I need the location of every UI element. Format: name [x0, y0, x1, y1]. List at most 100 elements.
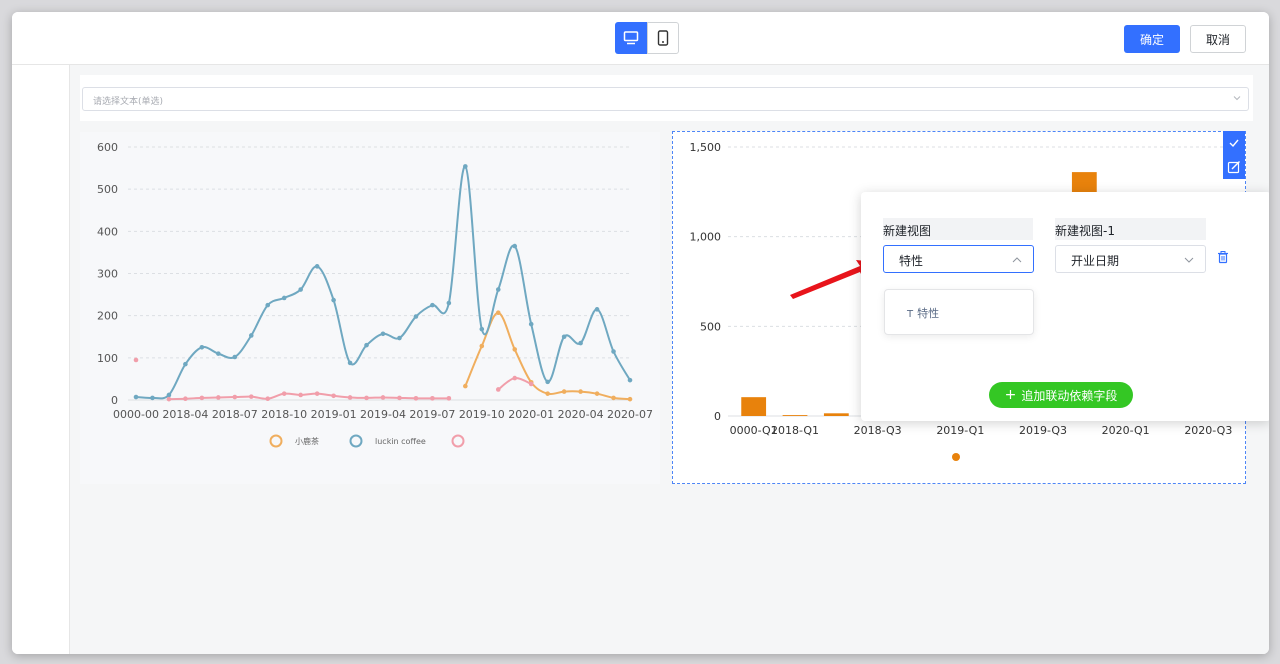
- series-line-2: [168, 392, 449, 401]
- data-point: [430, 302, 435, 308]
- data-point: [166, 392, 172, 398]
- bar: [782, 415, 808, 416]
- data-point: [463, 383, 468, 389]
- data-point: [512, 347, 518, 352]
- chevron-down-icon: [1184, 257, 1194, 263]
- y-tick-label: 300: [97, 268, 118, 281]
- text-filter-card: 请选择文本(单选): [80, 75, 1253, 121]
- legend-marker: [349, 434, 363, 448]
- text-filter-select[interactable]: 请选择文本(单选): [82, 87, 1249, 111]
- data-point: [183, 361, 188, 367]
- data-point: [265, 302, 271, 308]
- data-point: [232, 394, 238, 400]
- data-point: [314, 264, 320, 269]
- left-field-select[interactable]: 特性: [883, 245, 1034, 273]
- data-point: [397, 335, 402, 341]
- data-point: [627, 396, 633, 402]
- chart-side-toolbar: [1223, 131, 1245, 179]
- left-sidebar: [12, 65, 70, 654]
- data-point: [479, 343, 485, 349]
- data-point: [611, 349, 616, 354]
- delete-icon[interactable]: [1216, 250, 1230, 264]
- x-tick-label: 2019-01: [311, 408, 357, 421]
- text-type-icon: T: [907, 309, 914, 320]
- data-point: [397, 395, 402, 401]
- data-point: [298, 392, 303, 398]
- edit-icon: [1227, 161, 1240, 174]
- legend-marker: [451, 434, 465, 448]
- data-point: [166, 396, 172, 402]
- data-point: [133, 394, 139, 400]
- line-chart-card: 0 100 200 300 400 500 600 0000-00 2018-04 2018-07…: [80, 132, 660, 484]
- confirm-button[interactable]: 确定: [1124, 25, 1180, 53]
- series-line-1: [135, 165, 631, 400]
- dropdown-option[interactable]: T 特性: [907, 305, 939, 321]
- data-point: [495, 310, 501, 316]
- add-linkage-field-label: 追加联动依赖字段: [1021, 388, 1118, 403]
- legend-label: luckin coffee: [375, 437, 426, 446]
- data-point: [265, 396, 271, 402]
- right-field-value: 开业日期: [1071, 254, 1120, 268]
- left-field-value: 特性: [899, 254, 924, 268]
- y-tick-label: 600: [97, 141, 118, 154]
- data-point: [364, 395, 369, 401]
- x-tick-label: 2020-04: [558, 408, 604, 421]
- data-point: [380, 331, 386, 337]
- data-point: [578, 389, 583, 394]
- data-point: [561, 334, 567, 340]
- data-point: [380, 395, 386, 400]
- data-point: [512, 243, 518, 249]
- data-point: [446, 300, 452, 306]
- legend-marker: [269, 434, 283, 448]
- bar: [823, 413, 849, 416]
- bar: [741, 397, 767, 416]
- y-tick-label: 0: [111, 394, 118, 407]
- data-point: [150, 395, 155, 401]
- y-tick-label: 400: [97, 225, 118, 238]
- x-tick-label: 2019-Q3: [1019, 424, 1067, 437]
- data-point: [594, 307, 600, 312]
- data-point: [512, 375, 518, 381]
- x-tick-label: 2020-01: [508, 408, 554, 421]
- edit-link-button[interactable]: [1223, 155, 1245, 179]
- y-tick-label: 500: [700, 320, 721, 333]
- desktop-icon: [623, 31, 639, 45]
- x-tick-label: 2020-07: [607, 408, 653, 421]
- data-point: [232, 354, 238, 360]
- x-tick-label: 2019-10: [459, 408, 505, 421]
- data-point: [298, 287, 303, 292]
- dropdown-option-label: 特性: [917, 307, 940, 320]
- y-tick-label: 100: [97, 352, 118, 365]
- y-tick-label: 0: [714, 410, 721, 423]
- data-point: [281, 295, 287, 301]
- data-point: [281, 391, 287, 396]
- y-tick-label: 1,000: [690, 231, 722, 244]
- data-point: [314, 391, 320, 396]
- data-point: [430, 396, 435, 401]
- data-point: [545, 391, 550, 396]
- cancel-button[interactable]: 取消: [1190, 25, 1246, 53]
- data-point: [199, 344, 205, 350]
- left-view-label: 新建视图: [883, 218, 1033, 240]
- device-switch: [615, 22, 679, 54]
- field-dropdown: T 特性: [884, 289, 1034, 335]
- right-field-select[interactable]: 开业日期: [1055, 245, 1206, 273]
- x-tick-label: 2020-Q3: [1184, 424, 1232, 437]
- add-linkage-field-button[interactable]: + 追加联动依赖字段: [989, 382, 1133, 408]
- x-tick-label: 2020-Q1: [1102, 424, 1150, 437]
- data-point: [331, 297, 336, 303]
- data-point: [627, 377, 633, 383]
- data-point: [133, 357, 139, 363]
- right-view-label: 新建视图-1: [1055, 218, 1206, 240]
- desktop-view-button[interactable]: [615, 22, 647, 54]
- data-point: [199, 395, 205, 401]
- mobile-view-button[interactable]: [647, 22, 679, 54]
- data-point: [463, 164, 468, 169]
- data-point: [413, 396, 419, 401]
- data-point: [528, 381, 534, 387]
- confirm-link-button[interactable]: [1223, 131, 1245, 155]
- x-tick-label: 2018-07: [212, 408, 258, 421]
- x-tick-label: 2018-Q3: [854, 424, 902, 437]
- data-point: [216, 395, 221, 400]
- x-tick-label: 2019-Q1: [936, 424, 984, 437]
